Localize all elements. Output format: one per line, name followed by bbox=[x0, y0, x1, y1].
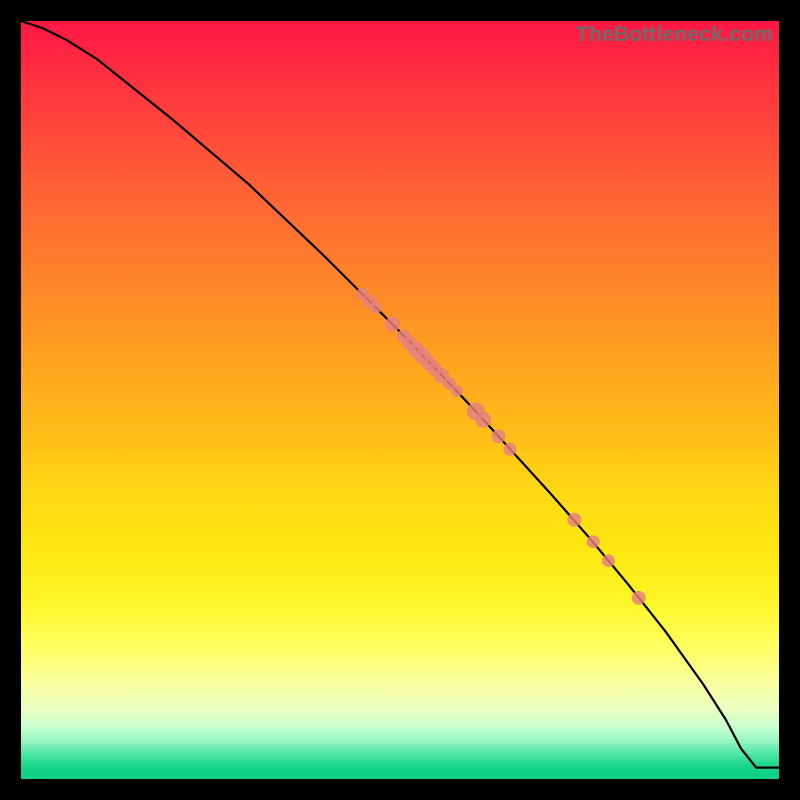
chart-svg bbox=[21, 21, 779, 779]
data-point bbox=[632, 591, 646, 605]
curve-line bbox=[21, 21, 779, 768]
data-point bbox=[587, 535, 600, 548]
chart-plot-area: TheBottleneck.com bbox=[21, 21, 779, 779]
data-point bbox=[451, 385, 463, 397]
data-point bbox=[370, 302, 382, 314]
data-points-group bbox=[356, 288, 646, 605]
data-point bbox=[503, 443, 516, 456]
data-point bbox=[567, 513, 581, 527]
chart-stage: TheBottleneck.com bbox=[0, 0, 800, 800]
data-point bbox=[602, 554, 615, 567]
data-point bbox=[492, 429, 506, 443]
data-point bbox=[385, 317, 400, 332]
data-point bbox=[475, 412, 491, 428]
